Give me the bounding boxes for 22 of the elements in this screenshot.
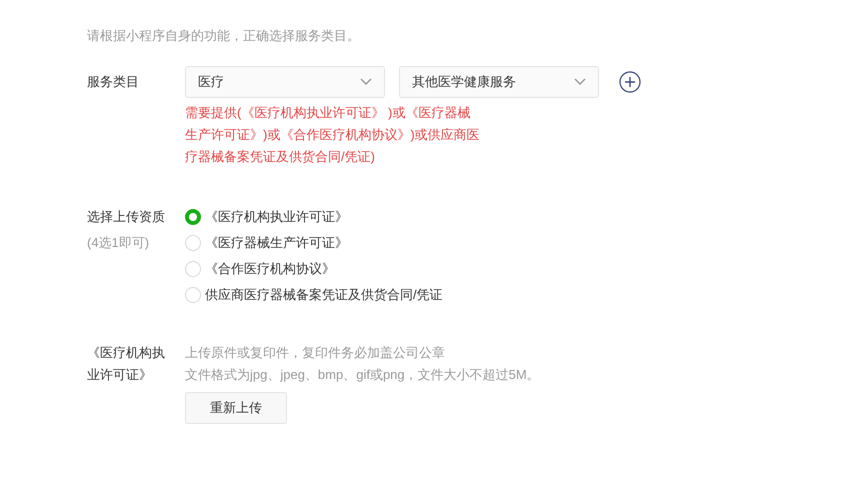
requirement-hint: 需要提供(《医疗机构执业许可证》 )或《医疗器械生产许可证》)或《合作医疗机构协议》)或供应商医疗器械备案凭证及供货合同/凭证) <box>185 104 481 166</box>
radio-icon <box>185 235 201 251</box>
upload-note: 文件格式为jpg、jpeg、bmp、gif或png，文件大小不超过5M。 <box>185 366 540 384</box>
chevron-down-icon <box>360 78 372 86</box>
upload-note: 上传原件或复印件，复印件务必加盖公司公章 <box>185 344 445 362</box>
field-label: 服务类目 <box>87 73 140 91</box>
radio-icon <box>185 261 201 277</box>
field-sublabel: (4选1即可) <box>87 234 150 252</box>
radio-option[interactable]: 《医疗机构执业许可证》 <box>185 204 443 230</box>
field-label: 选择上传资质 <box>87 208 165 226</box>
chevron-down-icon <box>574 78 586 86</box>
category-select[interactable]: 医疗 <box>185 66 385 98</box>
reupload-button[interactable]: 重新上传 <box>185 392 287 424</box>
radio-icon <box>185 209 201 225</box>
radio-option[interactable]: 《合作医疗机构协议》 <box>185 256 443 282</box>
radio-icon <box>185 287 201 303</box>
radio-option[interactable]: 《医疗器械生产许可证》 <box>185 230 443 256</box>
radio-option[interactable]: 供应商医疗器械备案凭证及供货合同/凭证 <box>185 282 443 308</box>
intro-text: 请根据小程序自身的功能，正确选择服务类目。 <box>87 27 360 45</box>
category-select[interactable]: 其他医学健康服务 <box>399 66 599 98</box>
field-label: 《医疗机构执业许可证》 <box>87 344 165 384</box>
add-icon[interactable] <box>619 71 641 93</box>
